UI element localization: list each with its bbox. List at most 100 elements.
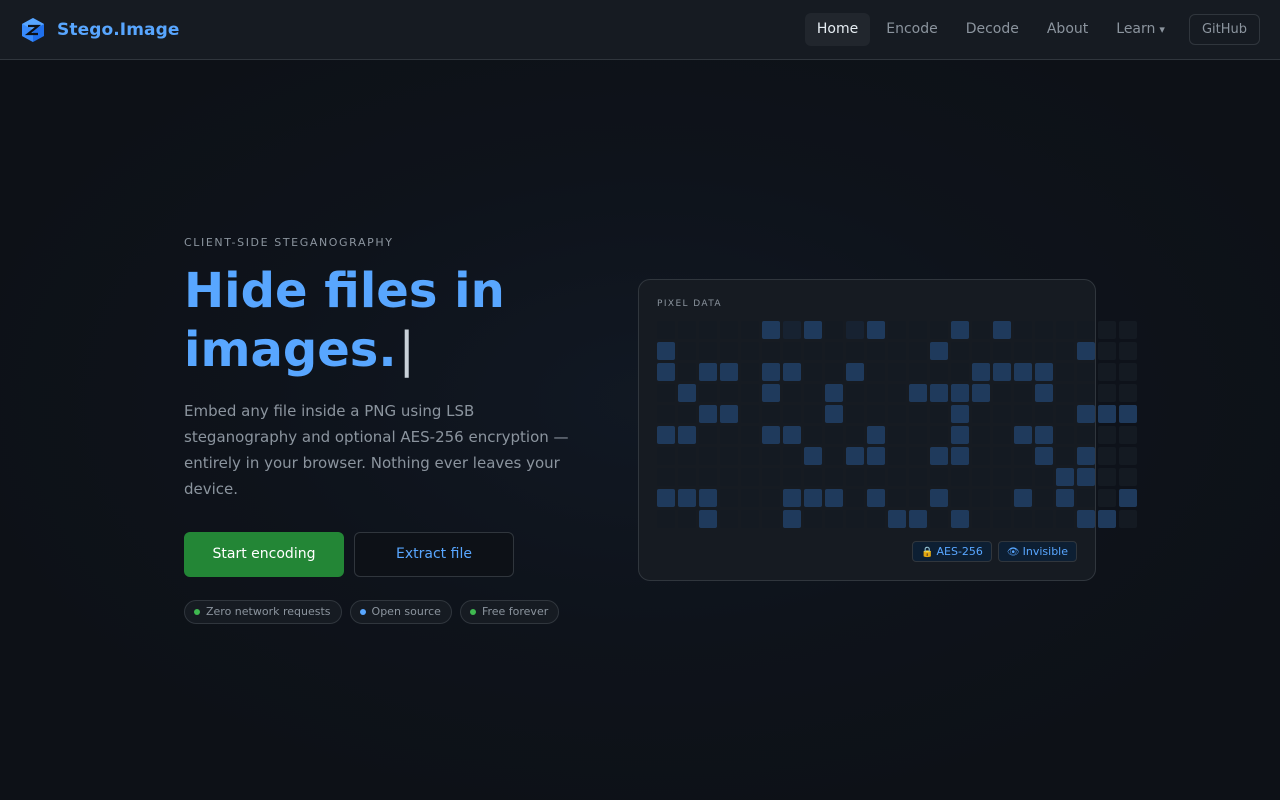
pixel-cell <box>930 363 948 381</box>
pixel-cell <box>1077 363 1095 381</box>
pixel-cell <box>993 384 1011 402</box>
pixel-cell <box>1098 468 1116 486</box>
pixel-cell <box>1056 321 1074 339</box>
pixel-cell <box>678 363 696 381</box>
pixel-cell <box>909 405 927 423</box>
pixel-cell <box>909 447 927 465</box>
pixel-cell <box>993 489 1011 507</box>
pixel-cell <box>972 363 990 381</box>
pixel-cell <box>888 363 906 381</box>
lock-icon: 🔒 <box>921 547 934 558</box>
pixel-cell <box>909 321 927 339</box>
pixel-cell <box>1035 321 1053 339</box>
pixel-cell <box>762 510 780 528</box>
pixel-cell <box>804 384 822 402</box>
pixel-cell <box>1014 384 1032 402</box>
pixel-cell <box>1098 447 1116 465</box>
pixel-cell <box>762 426 780 444</box>
pixel-cell <box>741 342 759 360</box>
pixel-cell <box>1077 405 1095 423</box>
extract-file-button[interactable]: Extract file <box>354 532 514 577</box>
pixel-cell <box>1014 447 1032 465</box>
pixel-cell <box>1077 489 1095 507</box>
pixel-cell <box>699 363 717 381</box>
pixel-cell <box>699 405 717 423</box>
pixel-cell <box>867 363 885 381</box>
pixel-cell <box>825 384 843 402</box>
pixel-cell <box>678 384 696 402</box>
pixel-cell <box>1035 489 1053 507</box>
pixel-cell <box>657 426 675 444</box>
pixel-cell <box>930 342 948 360</box>
pixel-cell <box>1098 405 1116 423</box>
pixel-cell <box>1056 447 1074 465</box>
pixel-cell <box>951 510 969 528</box>
pixel-cell <box>846 405 864 423</box>
pixel-cell <box>1077 342 1095 360</box>
pixel-cell <box>825 405 843 423</box>
pixel-cell <box>1056 384 1074 402</box>
pixel-cell <box>867 468 885 486</box>
pixel-cell <box>1077 384 1095 402</box>
invisible-badge: 👁 Invisible <box>997 541 1077 562</box>
nav-learn-label: Learn <box>1116 21 1156 37</box>
pixel-cell <box>1056 426 1074 444</box>
pixel-cell <box>720 468 738 486</box>
pixel-cell <box>657 510 675 528</box>
pixel-cell <box>1119 321 1137 339</box>
headline-line-1: Hide files in <box>184 263 505 319</box>
nav-learn-dropdown[interactable]: Learn ▾ <box>1104 13 1177 46</box>
pixel-cell <box>783 363 801 381</box>
pixel-cell <box>867 342 885 360</box>
pixel-cell <box>783 321 801 339</box>
pixel-cell <box>762 447 780 465</box>
pixel-cell <box>720 342 738 360</box>
pixel-cell <box>720 447 738 465</box>
pixel-cell <box>930 489 948 507</box>
pixel-cell <box>741 510 759 528</box>
pixel-cell <box>993 342 1011 360</box>
pixel-cell <box>657 468 675 486</box>
pixel-cell <box>1098 426 1116 444</box>
pixel-cell <box>1098 384 1116 402</box>
pixel-cell <box>930 468 948 486</box>
pixel-cell <box>1119 384 1137 402</box>
feature-pill-label: Free forever <box>481 605 549 618</box>
pixel-cell <box>972 342 990 360</box>
nav-home[interactable]: Home <box>804 13 871 46</box>
pixel-cell <box>867 447 885 465</box>
brand-logo-link[interactable]: Stego.Image <box>20 17 180 43</box>
pixel-cell <box>1119 468 1137 486</box>
pixel-cell <box>972 405 990 423</box>
pixel-cell <box>741 468 759 486</box>
pixel-cell <box>993 321 1011 339</box>
pixel-cell <box>678 321 696 339</box>
pixel-cell <box>699 384 717 402</box>
pixel-cell <box>762 363 780 381</box>
github-button[interactable]: GitHub <box>1188 14 1260 45</box>
aes-badge: 🔒 AES-256 <box>912 541 992 562</box>
pixel-cell <box>888 489 906 507</box>
pixel-cell <box>846 468 864 486</box>
nav-about[interactable]: About <box>1035 13 1100 46</box>
pixel-cell <box>825 363 843 381</box>
pixel-cell <box>1035 447 1053 465</box>
start-encoding-button[interactable]: Start encoding <box>184 532 344 577</box>
pixel-cell <box>930 405 948 423</box>
pixel-cell <box>1119 363 1137 381</box>
pixel-cell <box>930 510 948 528</box>
pixel-cell <box>720 510 738 528</box>
pixel-cell <box>783 342 801 360</box>
nav-decode[interactable]: Decode <box>954 13 1031 46</box>
chevron-down-icon: ▾ <box>1159 23 1165 36</box>
pixel-cell <box>1035 468 1053 486</box>
nav-encode[interactable]: Encode <box>874 13 949 46</box>
pixel-cell <box>762 384 780 402</box>
pixel-cell <box>741 489 759 507</box>
pixel-cell <box>1014 426 1032 444</box>
pixel-cell <box>909 342 927 360</box>
pixel-cell <box>783 405 801 423</box>
pixel-cell <box>678 342 696 360</box>
pixel-cell <box>804 405 822 423</box>
pixel-cell <box>657 447 675 465</box>
